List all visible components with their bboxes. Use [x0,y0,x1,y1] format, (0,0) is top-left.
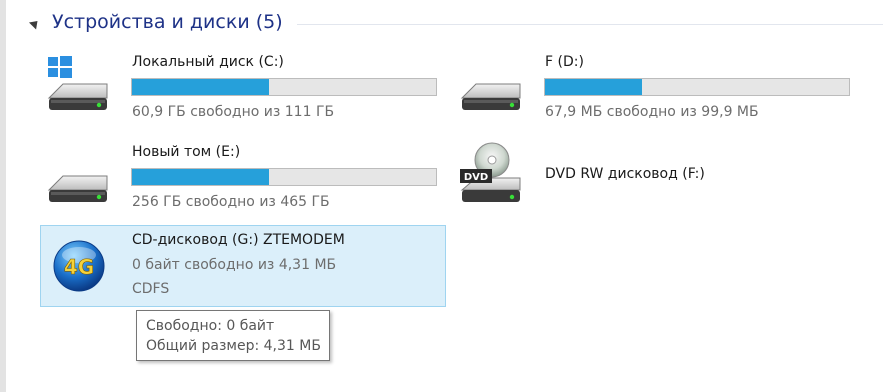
drive-item-f[interactable]: DVD DVD RW дисковод (F:) [455,140,859,216]
windows-hdd-icon [47,56,108,110]
drive-name: Локальный диск (C:) [132,54,284,70]
hdd-icon [47,175,108,202]
collapse-arrow-icon[interactable] [28,16,42,30]
drive-tooltip: Свободно: 0 байт Общий размер: 4,31 МБ [136,310,330,361]
tooltip-total: Общий размер: 4,31 МБ [146,338,321,354]
drive-usage-bar [131,78,437,96]
drive-free-space: 60,9 ГБ свободно из 111 ГБ [132,104,335,120]
4g-modem-icon: 4G [53,240,105,292]
drive-name: F (D:) [545,54,584,70]
drive-usage-fill [132,169,269,185]
left-pane-border [0,0,6,392]
4g-icon-label: 4G [64,255,94,279]
dvd-icon-label: DVD [464,172,488,183]
drive-usage-bar [544,78,850,96]
drive-free-space: 0 байт свободно из 4,31 МБ [132,257,337,273]
drive-free-space: 67,9 МБ свободно из 99,9 МБ [545,104,759,120]
tooltip-free: Свободно: 0 байт [146,318,275,334]
drive-free-space: 256 ГБ свободно из 465 ГБ [132,194,330,210]
drive-filesystem: CDFS [132,281,170,297]
hdd-icon [460,83,521,110]
group-title: Устройства и диски (5) [52,11,283,33]
drive-name: Новый том (E:) [132,144,241,160]
drive-item-c[interactable]: Локальный диск (C:) 60,9 ГБ свободно из … [42,50,446,126]
drive-usage-bar [131,168,437,186]
dvd-drive-icon: DVD [460,142,521,202]
drive-usage-fill [545,79,643,95]
group-divider [296,23,883,25]
drive-name: CD-дисковод (G:) ZTEMODEM [132,232,345,248]
drive-name: DVD RW дисковод (F:) [545,166,705,182]
group-header-devices[interactable]: Устройства и диски (5) [28,8,883,36]
drive-usage-fill [132,79,269,95]
drive-item-e[interactable]: Новый том (E:) 256 ГБ свободно из 465 ГБ [42,140,446,216]
drive-item-d[interactable]: F (D:) 67,9 МБ свободно из 99,9 МБ [455,50,859,126]
drive-item-g[interactable]: 4G CD-дисковод (G:) ZTEMODEM 0 байт своб… [40,225,446,307]
